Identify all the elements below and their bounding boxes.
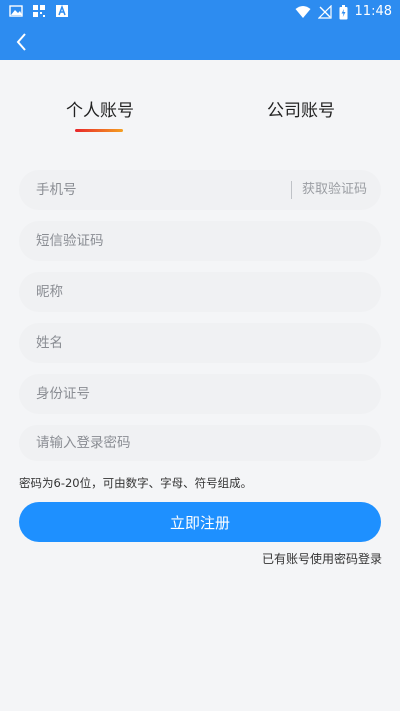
code-divider <box>291 181 292 199</box>
password-hint: 密码为6-20位，可由数字、字母、符号组成。 <box>19 476 253 490</box>
tab-personal-account[interactable]: 个人账号 <box>66 100 134 122</box>
sms-code-field <box>19 221 381 261</box>
get-code-button[interactable]: 获取验证码 <box>302 181 367 199</box>
password-field <box>19 425 381 461</box>
phone-field: 获取验证码 <box>19 170 381 210</box>
qr-icon <box>33 5 45 17</box>
status-right-icons: 11:48 <box>295 3 392 21</box>
phone-input[interactable] <box>19 170 289 210</box>
sms-code-input[interactable] <box>19 221 381 261</box>
status-bar: 11:48 <box>0 0 400 24</box>
battery-icon <box>339 4 348 19</box>
text-a-icon <box>56 4 68 17</box>
tab-company-account[interactable]: 公司账号 <box>267 100 335 122</box>
no-signal-icon <box>317 5 332 19</box>
name-input[interactable] <box>19 323 381 363</box>
status-time: 11:48 <box>354 4 392 19</box>
nickname-input[interactable] <box>19 272 381 312</box>
status-left-icons <box>9 4 69 18</box>
chevron-left-icon <box>16 33 26 51</box>
id-number-field <box>19 374 381 414</box>
id-number-input[interactable] <box>19 374 381 414</box>
nickname-field <box>19 272 381 312</box>
wifi-icon <box>295 6 311 18</box>
password-login-link[interactable]: 已有账号使用密码登录 <box>262 552 382 566</box>
image-icon <box>9 5 23 17</box>
password-input[interactable] <box>19 425 381 461</box>
nav-bar <box>0 24 400 60</box>
register-button[interactable]: 立即注册 <box>19 502 381 542</box>
back-button[interactable] <box>8 28 34 56</box>
active-tab-indicator <box>75 129 123 132</box>
account-type-tabs: 个人账号 公司账号 <box>0 100 400 140</box>
name-field <box>19 323 381 363</box>
